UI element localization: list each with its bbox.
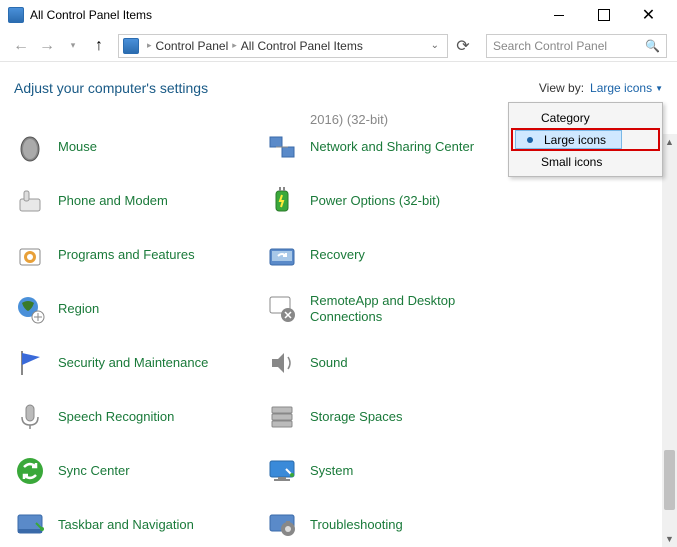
selected-dot-icon	[527, 137, 533, 143]
chevron-right-icon[interactable]: ▸	[147, 40, 152, 51]
scroll-up-button[interactable]: ▲	[662, 134, 677, 150]
menu-item-large-icons[interactable]: Large icons	[511, 128, 660, 151]
item-sound[interactable]: Sound	[266, 346, 516, 380]
location-icon	[123, 38, 139, 54]
back-button[interactable]: ←	[10, 35, 32, 57]
navigation-bar: ← → ▾ ↑ ▸ Control Panel ▸ All Control Pa…	[0, 30, 677, 62]
vertical-scrollbar[interactable]: ▲ ▼	[662, 134, 677, 547]
item-recovery[interactable]: Recovery	[266, 238, 516, 272]
close-button[interactable]: ✕	[626, 1, 671, 29]
microphone-icon	[14, 401, 46, 433]
menu-item-category[interactable]: Category	[511, 106, 660, 129]
breadcrumb-current[interactable]: All Control Panel Items	[241, 39, 363, 53]
item-troubleshooting[interactable]: Troubleshooting	[266, 508, 516, 542]
storage-icon	[266, 401, 298, 433]
item-phone-modem[interactable]: Phone and Modem	[14, 184, 264, 218]
refresh-button[interactable]: ⟳	[452, 35, 474, 57]
scroll-track[interactable]	[662, 150, 677, 531]
breadcrumb[interactable]: ▸ Control Panel ▸ All Control Panel Item…	[118, 34, 448, 58]
search-icon: 🔍	[645, 39, 660, 53]
item-remoteapp[interactable]: RemoteApp and Desktop Connections	[266, 292, 516, 326]
item-taskbar-navigation[interactable]: Taskbar and Navigation	[14, 508, 264, 542]
item-power-options[interactable]: Power Options (32-bit)	[266, 184, 516, 218]
search-placeholder: Search Control Panel	[493, 39, 645, 53]
title-bar: All Control Panel Items ✕	[0, 0, 677, 30]
page-heading: Adjust your computer's settings	[14, 80, 208, 96]
minimize-button[interactable]	[536, 1, 581, 29]
taskbar-icon	[14, 509, 46, 541]
chevron-down-icon: ▼	[655, 84, 663, 93]
items-grid: Mouse Phone and Modem Programs and Featu…	[14, 130, 663, 542]
scroll-down-button[interactable]: ▼	[662, 531, 677, 547]
sync-icon	[14, 455, 46, 487]
item-storage-spaces[interactable]: Storage Spaces	[266, 400, 516, 434]
chevron-right-icon[interactable]: ▸	[232, 40, 237, 51]
content-area: Adjust your computer's settings View by:…	[0, 62, 677, 547]
item-region[interactable]: Region	[14, 292, 264, 326]
system-icon	[266, 455, 298, 487]
menu-item-small-icons[interactable]: Small icons	[511, 150, 660, 173]
globe-icon	[14, 293, 46, 325]
search-input[interactable]: Search Control Panel 🔍	[486, 34, 667, 58]
item-sync-center[interactable]: Sync Center	[14, 454, 264, 488]
partial-item-label: 2016) (32-bit)	[310, 112, 388, 127]
item-speech-recognition[interactable]: Speech Recognition	[14, 400, 264, 434]
item-network-sharing[interactable]: Network and Sharing Center	[266, 130, 516, 164]
item-security-maintenance[interactable]: Security and Maintenance	[14, 346, 264, 380]
up-button[interactable]: ↑	[88, 35, 110, 57]
forward-button[interactable]: →	[36, 35, 58, 57]
maximize-button[interactable]	[581, 1, 626, 29]
breadcrumb-dropdown[interactable]: ⌄	[427, 40, 443, 51]
network-icon	[266, 131, 298, 163]
programs-icon	[14, 239, 46, 271]
mouse-icon	[14, 131, 46, 163]
view-by-dropdown[interactable]: Large icons ▼	[590, 81, 663, 95]
view-by-control: View by: Large icons ▼	[539, 81, 663, 95]
item-programs-features[interactable]: Programs and Features	[14, 238, 264, 272]
breadcrumb-root[interactable]: Control Panel	[156, 39, 229, 53]
view-by-menu: Category Large icons Small icons	[508, 102, 663, 177]
power-icon	[266, 185, 298, 217]
item-system[interactable]: System	[266, 454, 516, 488]
recent-dropdown[interactable]: ▾	[62, 35, 84, 57]
view-by-label: View by:	[539, 81, 584, 95]
item-mouse[interactable]: Mouse	[14, 130, 264, 164]
sound-icon	[266, 347, 298, 379]
troubleshooting-icon	[266, 509, 298, 541]
recovery-icon	[266, 239, 298, 271]
scroll-thumb[interactable]	[664, 450, 675, 510]
window-title: All Control Panel Items	[30, 8, 536, 22]
flag-icon	[14, 347, 46, 379]
remoteapp-icon	[266, 293, 298, 325]
phone-icon	[14, 185, 46, 217]
app-icon	[8, 7, 24, 23]
